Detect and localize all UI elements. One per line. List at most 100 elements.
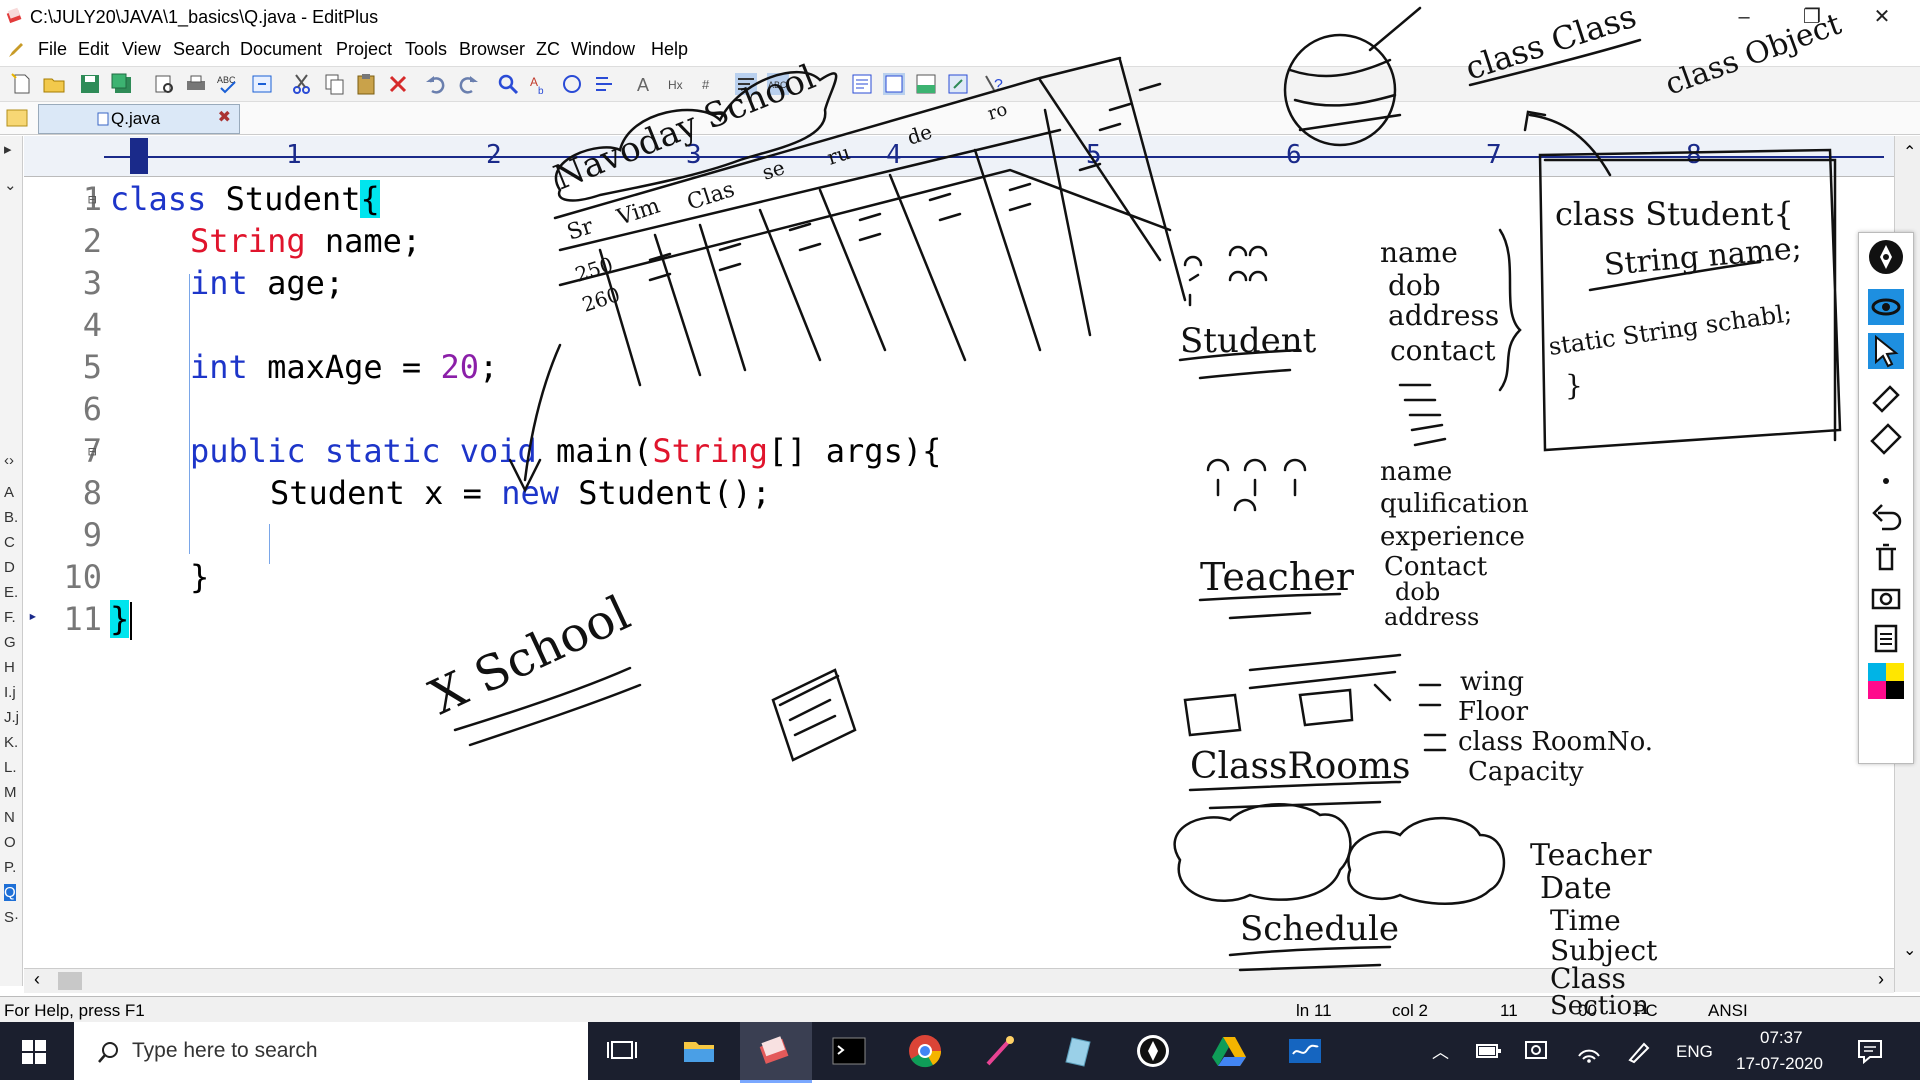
index-letter[interactable]: N xyxy=(4,809,15,826)
fullscreen-icon[interactable] xyxy=(946,72,970,96)
taskbar-search-box[interactable]: Type here to search xyxy=(74,1022,588,1080)
new-file-icon[interactable] xyxy=(10,72,34,96)
scroll-right-icon[interactable]: › xyxy=(1878,969,1884,990)
menu-help[interactable]: Help xyxy=(651,39,688,60)
tab-close-button[interactable]: ✖ xyxy=(218,107,231,127)
cliptext-icon[interactable] xyxy=(850,72,874,96)
help-icon[interactable]: ? xyxy=(982,72,1006,96)
print-preview-icon[interactable] xyxy=(152,72,176,96)
paste-icon[interactable] xyxy=(354,72,378,96)
menu-search[interactable]: Search xyxy=(173,39,230,60)
index-letter[interactable]: J.j xyxy=(4,709,19,726)
clock-date[interactable]: 17-07-2020 xyxy=(1736,1054,1823,1074)
index-letter[interactable]: L. xyxy=(4,759,17,776)
redo-icon[interactable] xyxy=(456,72,480,96)
paint-wand-icon[interactable] xyxy=(982,1032,1020,1070)
goto-line-icon[interactable] xyxy=(592,72,616,96)
menu-document[interactable]: Document xyxy=(240,39,322,60)
fold-toggle-icon[interactable]: ⊟ xyxy=(88,444,96,460)
menu-file[interactable]: File xyxy=(38,39,67,60)
language-indicator[interactable]: ENG xyxy=(1676,1042,1713,1062)
index-letter[interactable]: E. xyxy=(4,584,18,601)
color-palette-icon[interactable] xyxy=(1868,663,1904,699)
menu-browser[interactable]: Browser xyxy=(459,39,525,60)
replace-icon[interactable]: Ab xyxy=(528,72,552,96)
index-letter[interactable]: B. xyxy=(4,509,18,526)
menu-window[interactable]: Window xyxy=(571,39,635,60)
find-icon[interactable] xyxy=(496,72,520,96)
file-explorer-icon[interactable] xyxy=(680,1032,718,1070)
fold-toggle-icon[interactable]: ⊟ xyxy=(88,192,96,208)
index-letter[interactable]: M xyxy=(4,784,17,801)
output-window-icon[interactable] xyxy=(914,72,938,96)
epic-pen-icon[interactable] xyxy=(1134,1032,1172,1070)
clipboard-icon[interactable] xyxy=(1868,619,1904,655)
index-letter[interactable]: A xyxy=(4,484,14,501)
pen-input-icon[interactable] xyxy=(1626,1038,1652,1064)
print-icon[interactable] xyxy=(184,72,208,96)
notifications-icon[interactable] xyxy=(1856,1038,1884,1064)
battery-icon[interactable] xyxy=(1476,1040,1502,1062)
index-letter[interactable]: Q xyxy=(4,884,16,901)
command-prompt-icon[interactable] xyxy=(830,1032,868,1070)
code-editor[interactable]: 1 2 3 4 5 6 7 8 9 10 11 ⊟ ⊟ ▸ class Stud… xyxy=(24,178,1894,968)
google-drive-icon[interactable] xyxy=(1210,1032,1248,1070)
windows-start-icon[interactable] xyxy=(22,1040,46,1064)
wifi-icon[interactable] xyxy=(1576,1038,1602,1064)
select-arrow-icon[interactable] xyxy=(1868,333,1904,369)
hex-view-icon[interactable]: Hx xyxy=(668,72,692,96)
close-button[interactable]: ✕ xyxy=(1852,0,1912,34)
undo-ink-icon[interactable] xyxy=(1868,499,1904,535)
collapse-arrow-icon[interactable]: ▸ xyxy=(4,140,12,158)
editplus-taskbar-button[interactable] xyxy=(740,1022,812,1083)
ruler-icon[interactable]: ABC xyxy=(766,72,790,96)
scroll-up-icon[interactable]: ⌃ xyxy=(1903,142,1916,162)
scroll-arrow-icon[interactable]: ‹› xyxy=(4,452,14,469)
line-number-icon[interactable]: # xyxy=(700,72,724,96)
index-letter[interactable]: D xyxy=(4,559,15,576)
font-icon[interactable]: A xyxy=(636,72,660,96)
directory-icon[interactable] xyxy=(882,72,906,96)
word-wrap-icon[interactable] xyxy=(734,72,758,96)
scroll-down-icon[interactable]: ⌄ xyxy=(1903,940,1916,960)
dot-size-icon[interactable] xyxy=(1868,463,1904,499)
clock-time[interactable]: 07:37 xyxy=(1760,1028,1803,1048)
menu-view[interactable]: View xyxy=(122,39,161,60)
whiteboard-icon[interactable] xyxy=(1286,1032,1324,1070)
tray-chevron-icon[interactable]: ︿ xyxy=(1432,1038,1449,1063)
trash-icon[interactable] xyxy=(1868,539,1904,575)
index-letter[interactable]: G xyxy=(4,634,16,651)
scroll-left-icon[interactable]: ‹ xyxy=(34,969,40,990)
screen-capture-icon[interactable] xyxy=(1524,1038,1550,1064)
undo-icon[interactable] xyxy=(424,72,448,96)
spellcheck-icon[interactable]: ABC xyxy=(216,72,240,96)
find-in-files-icon[interactable] xyxy=(560,72,584,96)
directory-folder-icon[interactable] xyxy=(6,107,28,127)
index-letter[interactable]: I.j xyxy=(4,684,16,701)
index-letter[interactable]: C xyxy=(4,534,15,551)
cut-icon[interactable] xyxy=(290,72,314,96)
index-letter[interactable]: F. xyxy=(4,609,16,626)
tab-q-java[interactable]: Q.java ✖ xyxy=(38,104,240,134)
menu-project[interactable]: Project xyxy=(336,39,392,60)
save-all-icon[interactable] xyxy=(110,72,134,96)
open-folder-icon[interactable] xyxy=(42,72,66,96)
index-letter[interactable]: S· xyxy=(4,909,19,926)
camera-icon[interactable] xyxy=(1868,579,1904,615)
chrome-icon[interactable] xyxy=(906,1032,944,1070)
eye-visibility-icon[interactable] xyxy=(1868,289,1904,325)
save-icon[interactable] xyxy=(78,72,102,96)
index-letter[interactable]: K. xyxy=(4,734,18,751)
expand-arrow-icon[interactable]: ⌄ xyxy=(4,176,17,194)
index-letter[interactable]: P. xyxy=(4,859,16,876)
pen-app-icon[interactable] xyxy=(1868,239,1904,275)
highlighter-icon[interactable] xyxy=(1868,379,1904,415)
scroll-thumb[interactable] xyxy=(58,972,82,990)
browser-view-icon[interactable] xyxy=(250,72,274,96)
index-letter[interactable]: H xyxy=(4,659,15,676)
minimize-button[interactable]: – xyxy=(1714,0,1774,34)
index-letter[interactable]: O xyxy=(4,834,16,851)
copy-icon[interactable] xyxy=(322,72,346,96)
menu-tools[interactable]: Tools xyxy=(405,39,447,60)
menu-edit[interactable]: Edit xyxy=(78,39,109,60)
